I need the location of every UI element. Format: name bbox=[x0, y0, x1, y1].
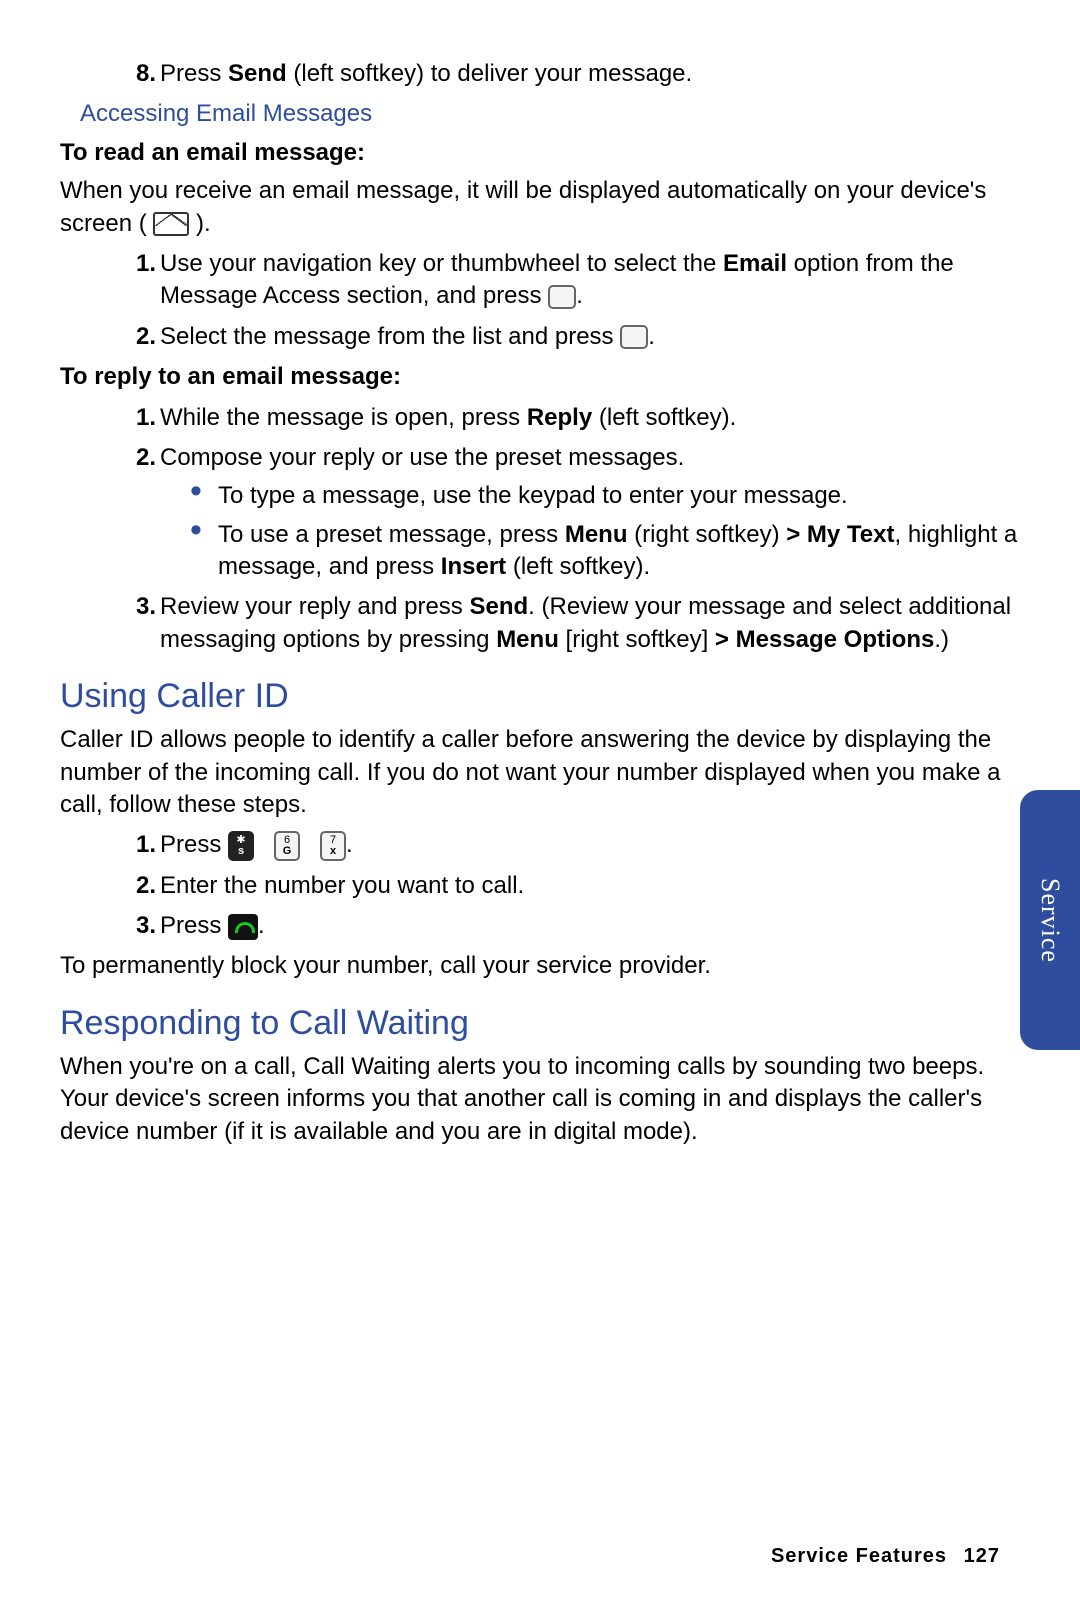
call-key-icon bbox=[228, 914, 258, 940]
step-8-num: 8. bbox=[120, 58, 156, 90]
t: Press bbox=[160, 831, 228, 858]
envelope-icon bbox=[153, 212, 189, 236]
paragraph-block-number: To permanently block your number, call y… bbox=[60, 950, 1020, 982]
t-bold: My Text bbox=[807, 521, 895, 548]
reply-step-2-bullet-1: To type a message, use the keypad to ent… bbox=[190, 480, 1020, 512]
t: Select the message from the list and pre… bbox=[160, 323, 620, 350]
t-bold: Reply bbox=[527, 404, 592, 431]
num: 1. bbox=[120, 248, 156, 280]
t: [right softkey] bbox=[559, 626, 715, 653]
t-bold: Menu bbox=[496, 626, 559, 653]
num: 3. bbox=[120, 591, 156, 623]
heading-caller-id: Using Caller ID bbox=[60, 674, 1020, 720]
step-8: 8. Press Send (left softkey) to deliver … bbox=[120, 58, 1020, 90]
t-bold: > bbox=[715, 626, 736, 653]
ok-key-icon bbox=[620, 325, 648, 349]
t: Use your navigation key or thumbwheel to… bbox=[160, 250, 723, 277]
t: (left softkey). bbox=[592, 404, 736, 431]
subhead-read-email: To read an email message: bbox=[60, 137, 1020, 169]
six-key-icon: 6G bbox=[274, 831, 300, 861]
seven-key-icon: 7x bbox=[320, 831, 346, 861]
t: Press bbox=[160, 912, 228, 939]
reply-step-2: 2. Compose your reply or use the preset … bbox=[120, 442, 1020, 584]
ok-key-icon bbox=[548, 285, 576, 309]
reply-step-1: 1. While the message is open, press Repl… bbox=[120, 402, 1020, 434]
num: 1. bbox=[120, 402, 156, 434]
t: .) bbox=[934, 626, 949, 653]
t: Enter the number you want to call. bbox=[160, 872, 524, 899]
num: 2. bbox=[120, 870, 156, 902]
t: (right softkey) bbox=[628, 521, 787, 548]
num: 3. bbox=[120, 910, 156, 942]
t-bold: Send bbox=[469, 593, 528, 620]
star-key-icon: ✱s bbox=[228, 831, 254, 861]
side-tab-service[interactable]: Service bbox=[1020, 790, 1080, 1050]
key-bot: s bbox=[232, 846, 250, 857]
reply-step-2-bullet-2: To use a preset message, press Menu (rig… bbox=[190, 519, 1020, 584]
callerid-step-1: 1. Press ✱s 6G 7x. bbox=[120, 829, 1020, 861]
t: Compose your reply or use the preset mes… bbox=[160, 444, 684, 471]
paragraph-caller-id: Caller ID allows people to identify a ca… bbox=[60, 724, 1020, 821]
t: ). bbox=[196, 210, 211, 237]
t-bold: Menu bbox=[565, 521, 628, 548]
t: While the message is open, press bbox=[160, 404, 527, 431]
t: . bbox=[258, 912, 265, 939]
callerid-step-2: 2. Enter the number you want to call. bbox=[120, 870, 1020, 902]
step-8-text: Press Send (left softkey) to deliver you… bbox=[160, 60, 692, 87]
heading-accessing-email: Accessing Email Messages bbox=[80, 98, 1020, 130]
paragraph-read-intro: When you receive an email message, it wi… bbox=[60, 175, 1020, 240]
read-step-1: 1. Use your navigation key or thumbwheel… bbox=[120, 248, 1020, 313]
reply-step-3: 3. Review your reply and press Send. (Re… bbox=[120, 591, 1020, 656]
subhead-reply-email: To reply to an email message: bbox=[60, 361, 1020, 393]
t: (left softkey) to deliver your message. bbox=[287, 60, 693, 87]
num: 2. bbox=[120, 321, 156, 353]
t-bold: Send bbox=[228, 60, 287, 87]
key-bot: G bbox=[278, 846, 296, 857]
t: Press bbox=[160, 60, 228, 87]
t: Review your reply and press bbox=[160, 593, 469, 620]
key-bot: x bbox=[324, 846, 342, 857]
footer-section: Service Features bbox=[771, 1545, 947, 1567]
page-footer: Service Features 127 bbox=[771, 1543, 1000, 1570]
t: . bbox=[648, 323, 655, 350]
t-bold: Email bbox=[723, 250, 787, 277]
t: . bbox=[346, 831, 353, 858]
side-tab-label: Service bbox=[1035, 878, 1065, 963]
t-bold: Insert bbox=[441, 553, 506, 580]
t: . bbox=[576, 282, 583, 309]
t-bold: > bbox=[786, 521, 807, 548]
num: 1. bbox=[120, 829, 156, 861]
heading-call-waiting: Responding to Call Waiting bbox=[60, 1001, 1020, 1047]
callerid-step-3: 3. Press . bbox=[120, 910, 1020, 942]
read-step-2: 2. Select the message from the list and … bbox=[120, 321, 1020, 353]
t-bold: Message Options bbox=[736, 626, 935, 653]
t: To use a preset message, press bbox=[218, 521, 565, 548]
paragraph-call-waiting: When you're on a call, Call Waiting aler… bbox=[60, 1051, 1020, 1148]
footer-page-number: 127 bbox=[964, 1545, 1000, 1567]
t: (left softkey). bbox=[506, 553, 650, 580]
num: 2. bbox=[120, 442, 156, 474]
